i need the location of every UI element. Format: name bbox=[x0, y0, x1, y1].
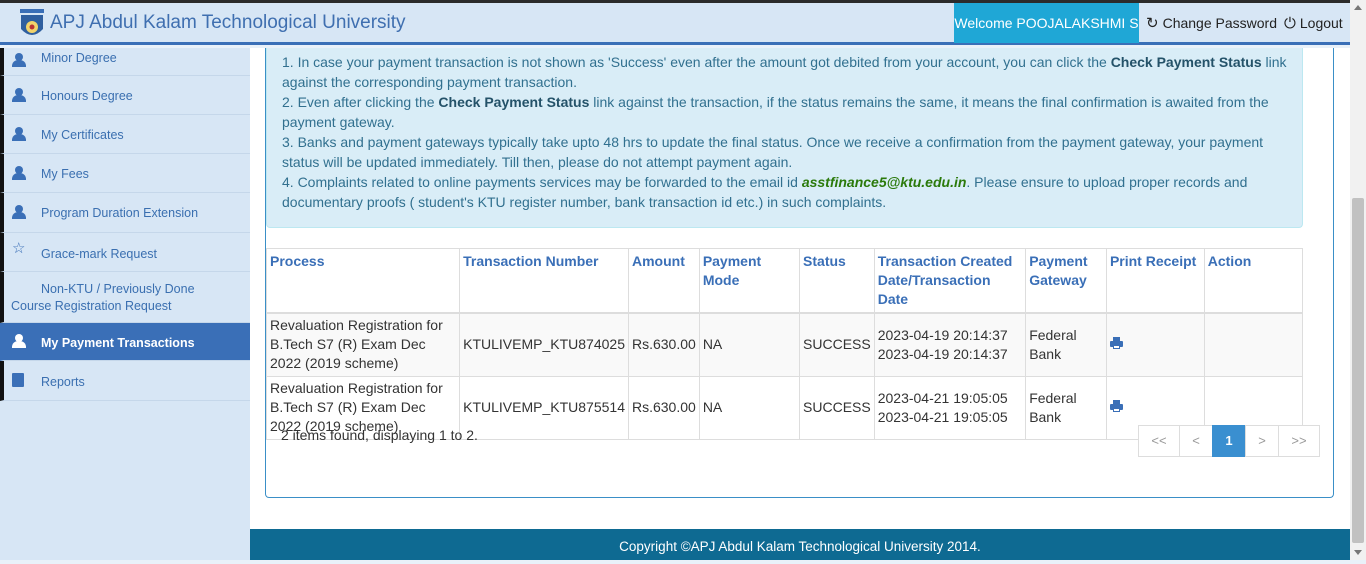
cell-transaction-number: KTULIVEMP_KTU874025 bbox=[459, 312, 629, 377]
cell-process: Revaluation Registration for B.Tech S7 (… bbox=[265, 312, 461, 377]
scroll-up-arrow[interactable] bbox=[1354, 5, 1362, 10]
page-scrollbar[interactable] bbox=[1350, 0, 1366, 560]
sidebar-item-label: Minor Degree bbox=[41, 51, 117, 65]
main-content: 1. In case your payment transaction is n… bbox=[250, 48, 1350, 529]
sidebar-item-label: Honours Degree bbox=[41, 89, 133, 103]
items-summary: 2 items found, displaying 1 to 2. bbox=[281, 427, 478, 443]
cell-payment-mode: NA bbox=[698, 312, 801, 377]
support-email[interactable]: asstfinance5@ktu.edu.in bbox=[802, 174, 967, 190]
pager-next-button[interactable]: > bbox=[1245, 425, 1279, 457]
sidebar-item-grace-mark-request[interactable]: ☆ Grace-mark Request bbox=[0, 233, 250, 272]
sidebar-item-label: Reports bbox=[41, 375, 85, 389]
university-logo bbox=[20, 9, 44, 35]
cell-transaction-date: 2023-04-21 19:05:05 2023-04-21 19:05:05 bbox=[873, 375, 1027, 440]
pagination: << < 1 > >> bbox=[1138, 425, 1320, 457]
pager-first-button[interactable]: << bbox=[1138, 425, 1180, 457]
col-header-action: Action bbox=[1203, 248, 1304, 314]
col-header-transaction-number: Transaction Number bbox=[459, 248, 629, 314]
sidebar-item-my-certificates[interactable]: My Certificates bbox=[0, 115, 250, 154]
cell-payment-gateway: Federal Bank bbox=[1025, 375, 1107, 440]
sidebar-item-label: My Certificates bbox=[41, 128, 124, 142]
app-title: APJ Abdul Kalam Technological University bbox=[50, 12, 406, 33]
cell-status: SUCCESS bbox=[799, 312, 875, 377]
cell-amount: Rs.630.00 bbox=[627, 375, 700, 440]
pager-prev-button[interactable]: < bbox=[1179, 425, 1213, 457]
sidebar: Minor Degree Honours Degree My Certifica… bbox=[0, 48, 250, 560]
sidebar-item-label: Program Duration Extension bbox=[41, 206, 199, 220]
cell-payment-gateway: Federal Bank bbox=[1025, 312, 1107, 377]
app-header: APJ Abdul Kalam Technological University… bbox=[0, 3, 1350, 45]
cell-payment-mode: NA bbox=[698, 375, 801, 440]
welcome-user-badge[interactable]: Welcome POOJALAKSHMI S bbox=[954, 3, 1139, 43]
person-icon bbox=[12, 334, 26, 348]
sidebar-item-label: Grace-mark Request bbox=[41, 247, 158, 261]
person-icon bbox=[12, 53, 26, 67]
sidebar-item-honours-degree[interactable]: Honours Degree bbox=[0, 76, 250, 115]
pager-page-1-button[interactable]: 1 bbox=[1212, 425, 1246, 457]
print-icon[interactable] bbox=[1109, 337, 1123, 350]
person-icon bbox=[12, 88, 26, 102]
change-password-label: Change Password bbox=[1162, 15, 1277, 31]
notice-line-3: 3. Banks and payment gateways typically … bbox=[282, 134, 1264, 170]
cell-amount: Rs.630.00 bbox=[627, 312, 700, 377]
sidebar-item-reports[interactable]: Reports bbox=[0, 361, 250, 401]
footer-copyright: Copyright ©APJ Abdul Kalam Technological… bbox=[250, 529, 1350, 560]
scrollbar-thumb[interactable] bbox=[1352, 198, 1364, 543]
sidebar-item-label: My Payment Transactions bbox=[41, 336, 195, 350]
sidebar-item-non-ktu-course-request[interactable]: Non-KTU / Previously Done Course Registr… bbox=[0, 272, 250, 323]
sidebar-item-minor-degree[interactable]: Minor Degree bbox=[0, 48, 250, 76]
person-icon bbox=[12, 166, 26, 180]
transactions-table: Process Transaction Number Amount Paymen… bbox=[265, 248, 1304, 440]
col-header-payment-mode: Payment Mode bbox=[698, 248, 801, 314]
table-header-row: Process Transaction Number Amount Paymen… bbox=[265, 248, 1304, 314]
cell-status: SUCCESS bbox=[799, 375, 875, 440]
col-header-payment-gateway: Payment Gateway bbox=[1025, 248, 1107, 314]
notice-line-2: 2. Even after clicking the Check Payment… bbox=[282, 94, 1269, 130]
star-icon: ☆ bbox=[12, 240, 26, 257]
cell-transaction-number: KTULIVEMP_KTU875514 bbox=[459, 375, 629, 440]
notice-line-4: 4. Complaints related to online payments… bbox=[282, 174, 1248, 210]
logout-label: Logout bbox=[1299, 15, 1343, 31]
sidebar-item-label: My Fees bbox=[41, 167, 89, 181]
cell-action bbox=[1203, 312, 1304, 377]
book-icon bbox=[12, 373, 24, 387]
col-header-status: Status bbox=[799, 248, 875, 314]
power-icon: ⏻ bbox=[1284, 15, 1296, 32]
sidebar-item-program-duration-extension[interactable]: Program Duration Extension bbox=[0, 193, 250, 233]
person-icon bbox=[12, 127, 26, 141]
cell-print-receipt bbox=[1105, 312, 1205, 377]
table-row: Revaluation Registration for B.Tech S7 (… bbox=[265, 312, 1304, 377]
payment-notice-box: 1. In case your payment transaction is n… bbox=[266, 48, 1303, 228]
col-header-amount: Amount bbox=[627, 248, 700, 314]
logout-link[interactable]: ⏻ Logout bbox=[1284, 3, 1343, 43]
refresh-icon: ↻ bbox=[1146, 15, 1159, 32]
notice-line-1: 1. In case your payment transaction is n… bbox=[282, 54, 1287, 90]
print-icon[interactable] bbox=[1109, 400, 1123, 412]
sidebar-item-my-fees[interactable]: My Fees bbox=[0, 154, 250, 193]
sidebar-item-label: Non-KTU / Previously Done Course Registr… bbox=[11, 282, 195, 313]
col-header-print-receipt: Print Receipt bbox=[1105, 248, 1205, 314]
change-password-link[interactable]: ↻ Change Password bbox=[1146, 3, 1277, 43]
pager-last-button[interactable]: >> bbox=[1278, 425, 1320, 457]
scroll-down-arrow[interactable] bbox=[1354, 550, 1362, 555]
sidebar-item-my-payment-transactions[interactable]: My Payment Transactions bbox=[0, 323, 250, 361]
col-header-process: Process bbox=[265, 248, 461, 314]
cell-transaction-date: 2023-04-19 20:14:37 2023-04-19 20:14:37 bbox=[873, 312, 1027, 377]
person-icon bbox=[12, 205, 26, 219]
col-header-transaction-date: Transaction Created Date/Transaction Dat… bbox=[873, 248, 1027, 314]
